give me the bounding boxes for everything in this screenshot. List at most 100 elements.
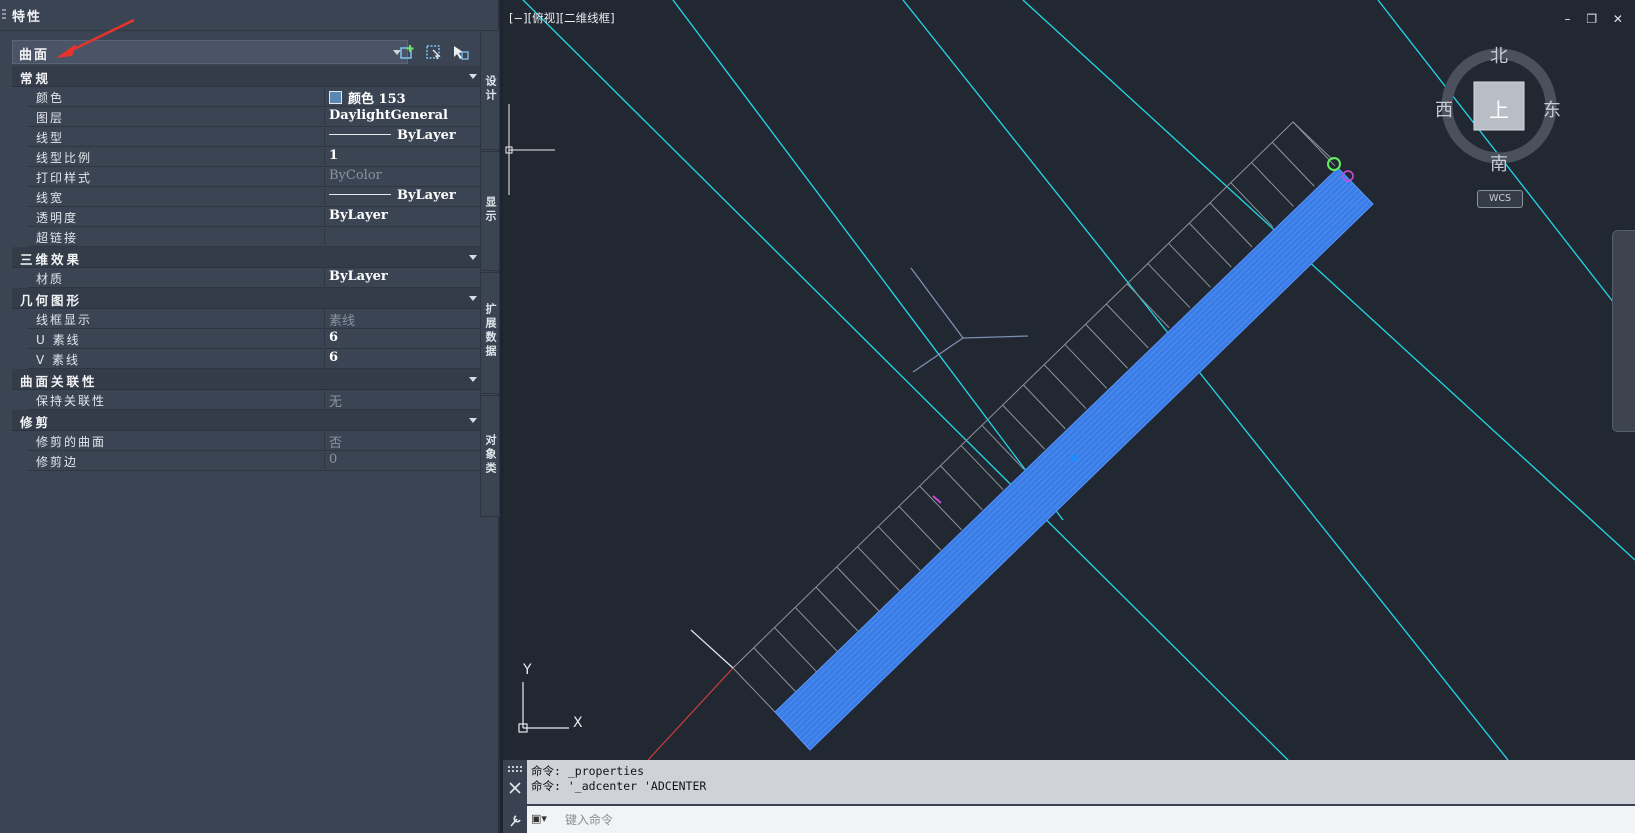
property-value[interactable]: 6: [324, 350, 477, 367]
viewcube-north[interactable]: 北: [1490, 42, 1508, 68]
property-value[interactable]: 1: [324, 148, 477, 165]
property-row[interactable]: 材质 ByLayer: [28, 268, 489, 288]
grip-handle-icon[interactable]: [508, 766, 522, 774]
tab-display[interactable]: 显示: [480, 151, 500, 271]
property-value[interactable]: ByLayer: [324, 188, 477, 205]
property-row[interactable]: U 素线 6: [28, 329, 489, 349]
property-value-text: ByLayer: [397, 188, 456, 203]
select-objects-icon[interactable]: [424, 42, 444, 62]
navigation-bar[interactable]: [1612, 230, 1635, 432]
tab-display-label: 显示: [484, 196, 497, 224]
property-row[interactable]: 颜色 颜色 153: [28, 87, 489, 107]
section-header[interactable]: 几何图形: [12, 288, 489, 309]
grip-point[interactable]: [1071, 455, 1077, 461]
property-value[interactable]: [324, 228, 477, 245]
section-title: 三维效果: [20, 252, 83, 267]
property-row[interactable]: 线型比例 1: [28, 147, 489, 167]
viewport-window-controls[interactable]: – ❐ ✕: [1565, 12, 1629, 26]
property-name: 材质: [36, 272, 65, 286]
property-name: 颜色: [36, 91, 65, 105]
section-header[interactable]: 修剪: [12, 410, 489, 431]
ucs-x-label: X: [573, 715, 583, 731]
wrench-icon[interactable]: [509, 814, 521, 828]
property-name: U 素线: [36, 333, 81, 347]
toggle-pickadd-icon[interactable]: [398, 42, 418, 62]
section-title: 修剪: [20, 415, 52, 430]
property-value[interactable]: ByLayer: [324, 208, 477, 225]
tab-object-class-label: 对象类: [484, 434, 497, 476]
chevron-down-icon[interactable]: [469, 74, 477, 79]
section-header[interactable]: 常规: [12, 66, 489, 87]
tab-object-class[interactable]: 对象类: [480, 395, 500, 517]
command-prompt-icon[interactable]: ▣▾: [531, 812, 547, 825]
tab-extended-data[interactable]: 扩展数据: [480, 272, 500, 394]
viewcube-east[interactable]: 东: [1543, 96, 1561, 122]
grip-handle-icon[interactable]: [2, 9, 6, 21]
property-value[interactable]: 6: [324, 330, 477, 347]
ucs-y-label: Y: [523, 662, 532, 678]
wcs-menu[interactable]: WCS: [1477, 190, 1523, 208]
section-header[interactable]: 曲面关联性: [12, 369, 489, 390]
ucs-icon: [518, 682, 569, 733]
property-row[interactable]: 修剪的曲面 否: [28, 431, 489, 451]
command-line-sidebar: [503, 760, 527, 833]
property-name: 打印样式: [36, 171, 93, 185]
command-input[interactable]: ▣▾ 键入命令: [527, 806, 1635, 833]
tab-design-label: 设计: [484, 75, 497, 103]
property-value[interactable]: ByLayer: [324, 128, 477, 145]
viewcube-south[interactable]: 南: [1490, 150, 1508, 176]
property-row[interactable]: 透明度 ByLayer: [28, 207, 489, 227]
grip-point: [932, 495, 942, 504]
drawing-viewport[interactable]: [−][俯视][二维线框] – ❐ ✕ 北 南 东 西 上 WCS Y X: [503, 0, 1635, 760]
property-name: 超链接: [36, 231, 79, 245]
section-title: 几何图形: [20, 293, 83, 308]
viewcube-west[interactable]: 西: [1435, 96, 1453, 122]
property-row[interactable]: 保持关联性 无: [28, 390, 489, 410]
property-value-text: ByLayer: [329, 208, 388, 223]
command-history: 命令: _properties 命令: '_adcenter 'ADCENTER: [527, 760, 1635, 804]
close-icon[interactable]: [509, 782, 521, 794]
chevron-down-icon[interactable]: [469, 418, 477, 423]
property-row[interactable]: 线型 ByLayer: [28, 127, 489, 147]
grip-point[interactable]: [1327, 157, 1341, 171]
property-value-text: ByLayer: [397, 128, 456, 143]
property-value[interactable]: 素线: [324, 310, 477, 329]
tab-design[interactable]: 设计: [480, 30, 500, 150]
chevron-down-icon[interactable]: [469, 296, 477, 301]
property-value[interactable]: ByLayer: [324, 269, 477, 286]
color-swatch-icon: [329, 91, 342, 104]
property-row[interactable]: V 素线 6: [28, 349, 489, 369]
drawing-canvas[interactable]: [503, 0, 1635, 760]
property-value[interactable]: 无: [324, 391, 477, 410]
quick-select-icon[interactable]: [450, 42, 470, 62]
section-header[interactable]: 三维效果: [12, 247, 489, 268]
property-name: 修剪边: [36, 455, 79, 469]
properties-palette: 特性 曲面 常规 颜色 颜色 153 图层 DaylightGeneral 线型 ByLay…: [0, 0, 500, 833]
command-input-placeholder: 键入命令: [565, 813, 614, 827]
chevron-down-icon[interactable]: [469, 255, 477, 260]
property-value-text: 1: [329, 148, 339, 163]
property-value-text: 无: [329, 395, 343, 410]
property-value-text: 素线: [329, 314, 356, 329]
property-name: 图层: [36, 111, 65, 125]
viewport-controls-label[interactable]: [−][俯视][二维线框]: [509, 10, 615, 26]
property-row[interactable]: 打印样式 ByColor: [28, 167, 489, 187]
property-value[interactable]: 否: [324, 432, 477, 451]
property-row[interactable]: 线框显示 素线: [28, 309, 489, 329]
property-row[interactable]: 修剪边 0: [28, 451, 489, 471]
cyan-guide-lines: [522, 0, 1635, 760]
property-value[interactable]: DaylightGeneral: [324, 108, 477, 125]
property-row[interactable]: 超链接: [28, 227, 489, 247]
property-name: V 素线: [36, 353, 81, 367]
command-history-line: 命令: '_adcenter 'ADCENTER: [531, 779, 707, 793]
property-value[interactable]: 0: [324, 452, 477, 469]
property-row[interactable]: 图层 DaylightGeneral: [28, 107, 489, 127]
property-name: 线型: [36, 131, 65, 145]
chevron-down-icon[interactable]: [469, 377, 477, 382]
property-row[interactable]: 线宽 ByLayer: [28, 187, 489, 207]
white-axis-line: [690, 629, 734, 669]
property-value[interactable]: 颜色 153: [324, 88, 477, 107]
viewcube-top-face[interactable]: 上: [1489, 94, 1509, 123]
property-value[interactable]: ByColor: [324, 168, 477, 185]
section-title: 曲面关联性: [20, 374, 98, 389]
